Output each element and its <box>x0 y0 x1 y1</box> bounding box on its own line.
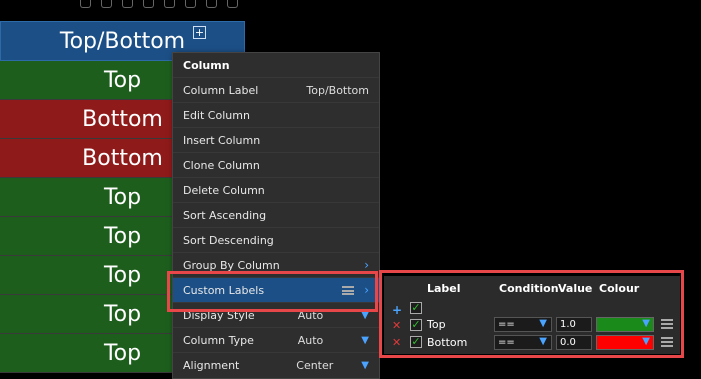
grid-cell: Top <box>103 223 142 249</box>
menu-item-edit-column[interactable]: Edit Column <box>173 102 379 127</box>
grid-cell: Top <box>103 67 142 93</box>
menu-title: Column <box>183 59 230 72</box>
expand-plus-icon[interactable]: + <box>193 26 206 39</box>
menu-item-label: Clone Column <box>183 158 260 172</box>
grid-cell: Bottom <box>82 106 163 132</box>
menu-item-label: Group By Column <box>183 258 280 272</box>
menu-item-label: Insert Column <box>183 133 261 147</box>
search-icon[interactable] <box>80 0 91 8</box>
close-icon[interactable] <box>227 0 238 8</box>
menu-item-label: Column Type <box>183 333 254 347</box>
menu-item-label: Sort Descending <box>183 233 274 247</box>
menu-item-clone-column[interactable]: Clone Column <box>173 152 379 177</box>
menu-item-label: Alignment <box>183 358 240 372</box>
menu-item-alignment[interactable]: Alignment Center ▼ <box>173 352 379 377</box>
column-header-label: Top/Bottom <box>59 28 186 54</box>
highlight-box-menu-item <box>167 271 378 312</box>
chevron-right-icon: › <box>364 258 369 272</box>
grid-cell: Top <box>103 340 142 366</box>
column-context-menu: Column Column Label Top/Bottom Edit Colu… <box>172 52 380 379</box>
grid-cell: Bottom <box>82 145 163 171</box>
menu-item-sort-descending[interactable]: Sort Descending <box>173 227 379 252</box>
highlight-box-panel <box>379 270 684 358</box>
diamond-icon[interactable] <box>143 0 154 8</box>
alignment-value[interactable]: Center <box>296 359 333 372</box>
menu-item-label: Edit Column <box>183 108 250 122</box>
menu-item-label: Delete Column <box>183 183 265 197</box>
column-label-value[interactable]: Top/Bottom <box>306 84 369 97</box>
chevron-down-icon[interactable]: ▼ <box>361 335 369 346</box>
grid-cell: Top <box>103 184 142 210</box>
help-icon[interactable] <box>185 0 196 8</box>
menu-item-sort-ascending[interactable]: Sort Ascending <box>173 202 379 227</box>
menu-item-delete-column[interactable]: Delete Column <box>173 177 379 202</box>
pin-icon[interactable] <box>164 0 175 8</box>
menu-item-insert-column[interactable]: Insert Column <box>173 127 379 152</box>
menu-item-column-type[interactable]: Column Type Auto ▼ <box>173 327 379 352</box>
menu-item-label: Sort Ascending <box>183 208 267 222</box>
chevron-down-icon[interactable]: ▼ <box>361 360 369 371</box>
column-type-value[interactable]: Auto <box>298 334 324 347</box>
minimize-icon[interactable] <box>206 0 217 8</box>
copy-icon[interactable] <box>122 0 133 8</box>
menu-item-column-label[interactable]: Column Label Top/Bottom <box>173 77 379 102</box>
refresh-icon[interactable] <box>101 0 112 8</box>
grid-cell: Top <box>103 262 142 288</box>
toolbar <box>80 0 250 10</box>
menu-item-label: Column Label <box>183 83 259 97</box>
grid-cell: Top <box>103 301 142 327</box>
